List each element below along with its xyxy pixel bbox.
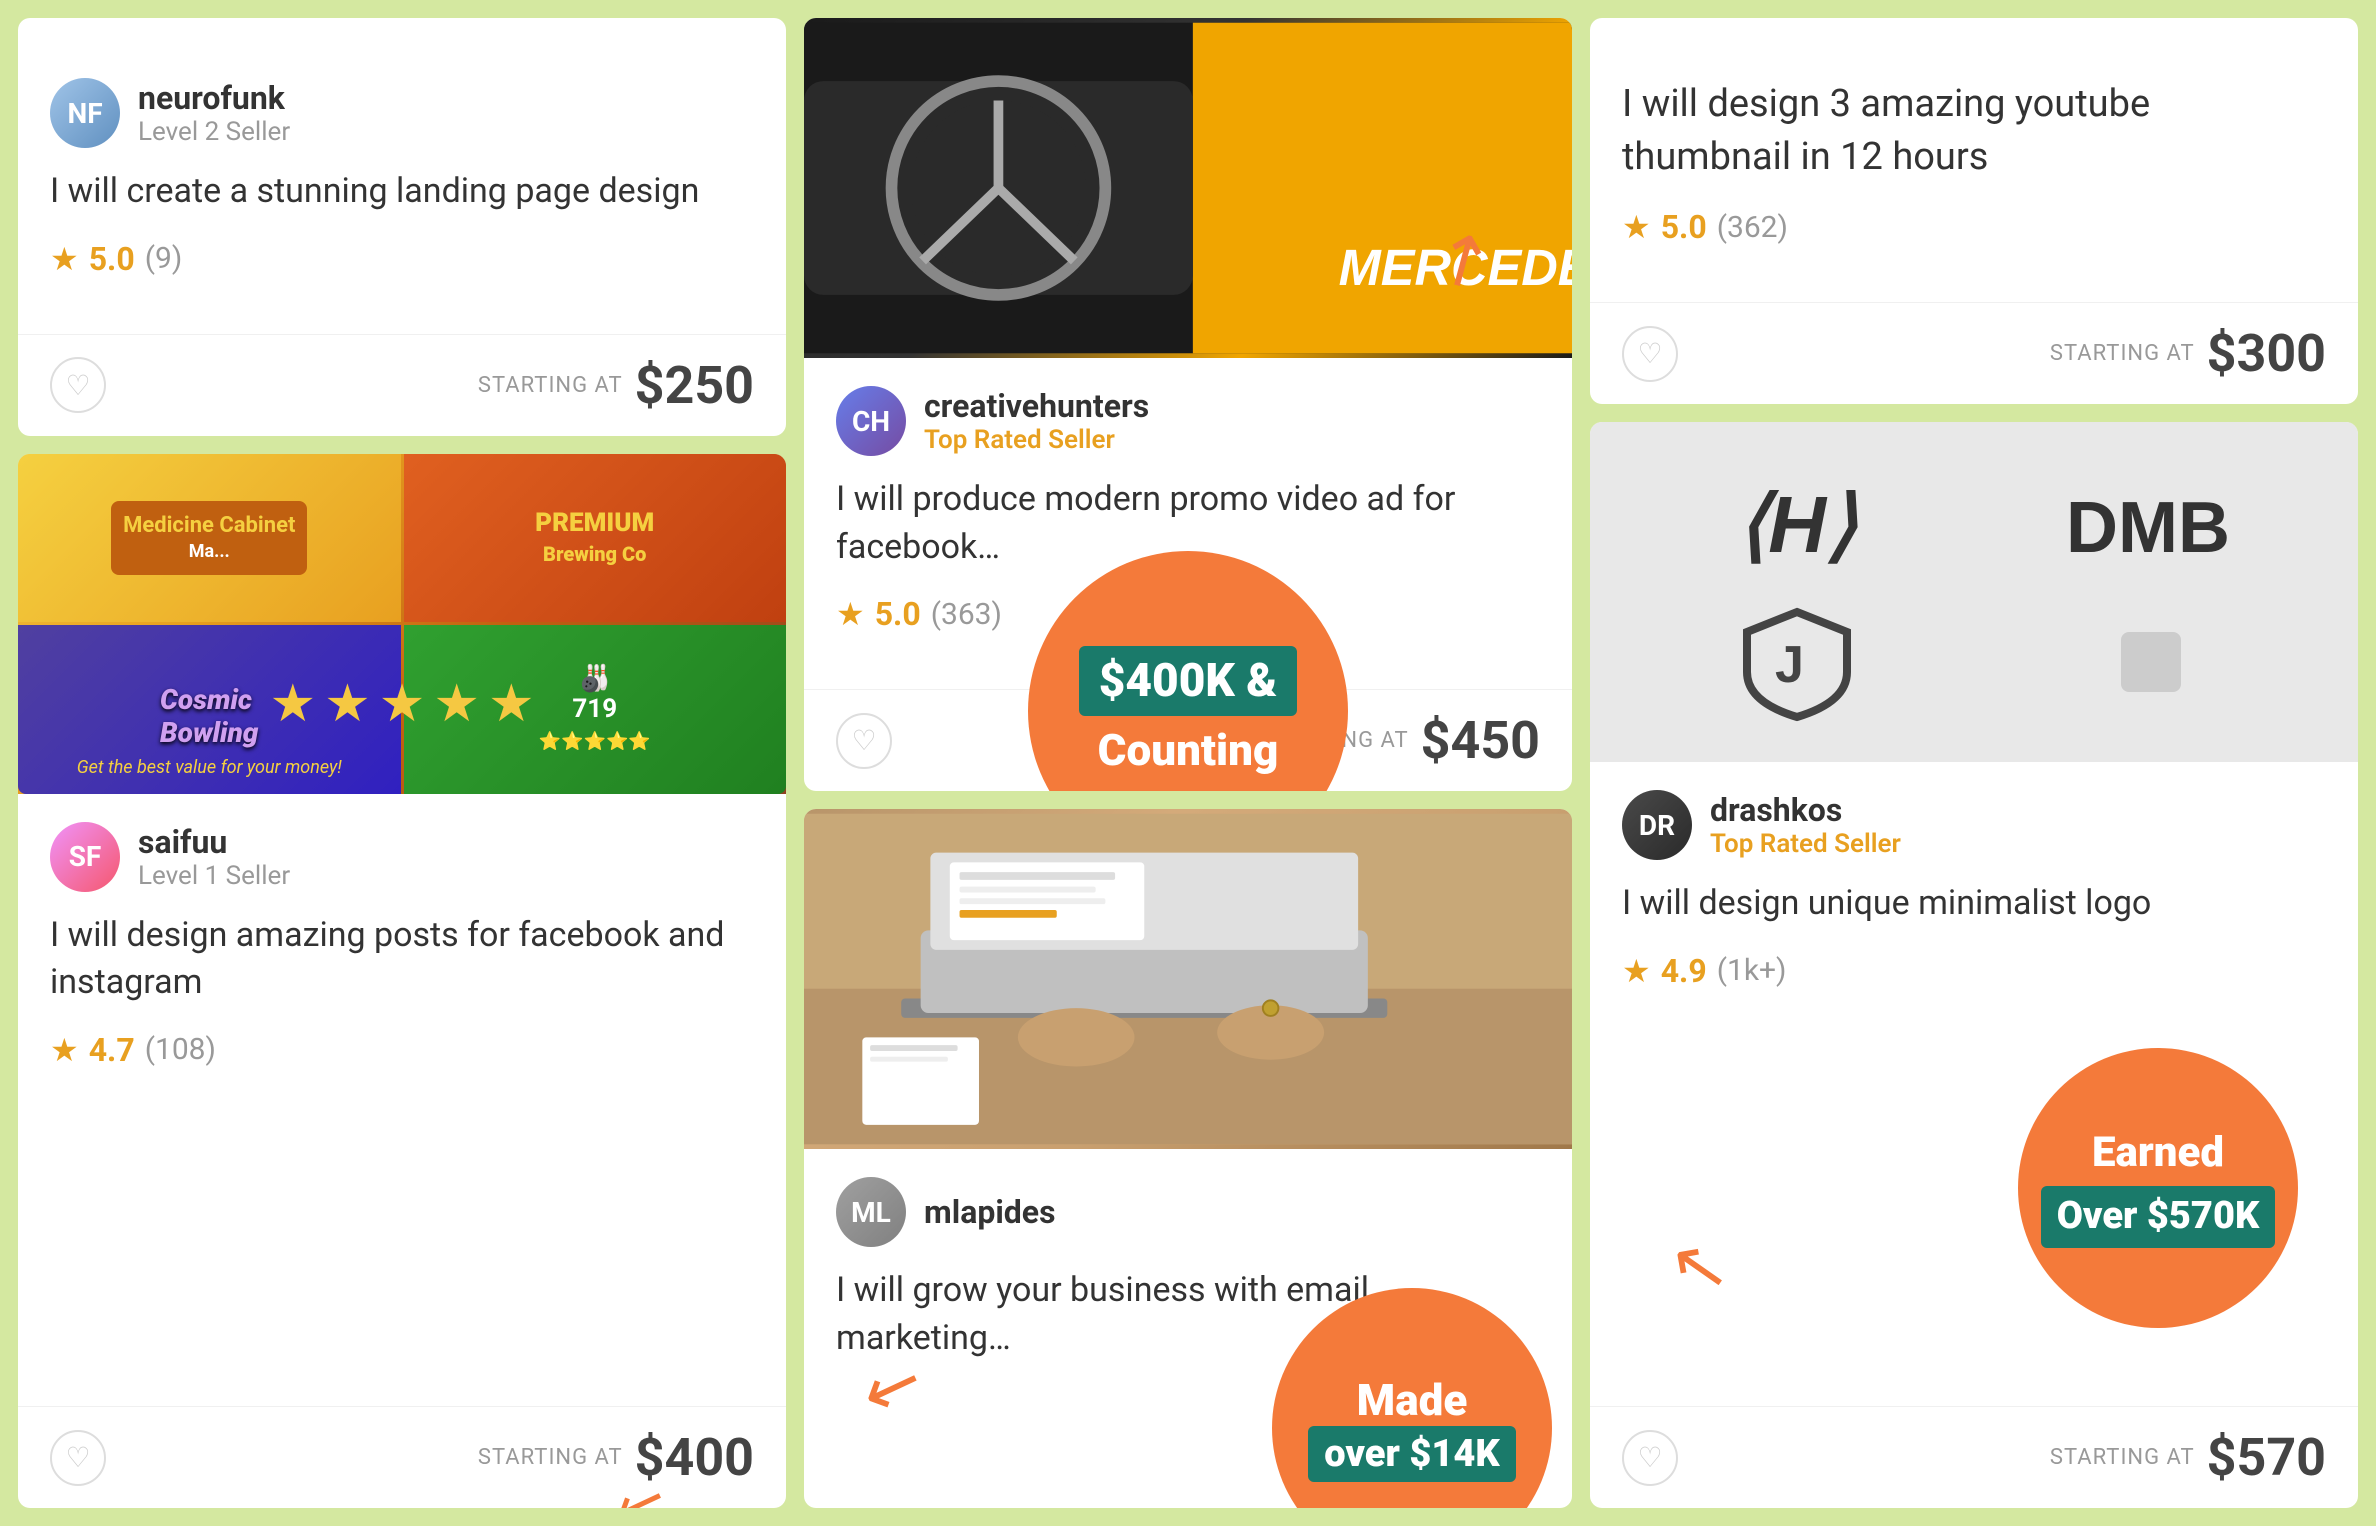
rating-youtube: ★ 5.0 (362) <box>1622 208 2326 246</box>
logo-3: J <box>1737 602 1857 722</box>
price-info-neurofunk: STARTING AT $250 <box>478 355 754 416</box>
card-mlapides: ML mlapides I will grow your business wi… <box>804 809 1572 1508</box>
seller-info-creativehunters: CH creativehunters Top Rated Seller <box>836 386 1540 456</box>
seller-level-neurofunk: Level 2 Seller <box>138 117 290 147</box>
logo-4 <box>2121 632 2181 692</box>
star-icon-youtube: ★ <box>1622 208 1651 246</box>
rating-value-neurofunk: 5.0 <box>89 240 135 278</box>
star-icon-saifuu: ★ <box>50 1031 79 1069</box>
card-neurofunk: NF neurofunk Level 2 Seller I will creat… <box>18 18 786 436</box>
seller-info-neurofunk: NF neurofunk Level 2 Seller <box>50 78 754 148</box>
rating-count-youtube: (362) <box>1717 210 1788 245</box>
avatar-creativehunters: CH <box>836 386 906 456</box>
heart-button-neurofunk[interactable]: ♡ <box>50 357 106 413</box>
card-body-youtube: I will design 3 amazing youtube thumbnai… <box>1590 50 2358 302</box>
seller-name-neurofunk: neurofunk <box>138 79 290 117</box>
avatar-saifuu: SF <box>50 822 120 892</box>
rating-neurofunk: ★ 5.0 (9) <box>50 240 754 278</box>
seller-level-creativehunters: Top Rated Seller <box>924 425 1149 455</box>
svg-text:⟨H⟩: ⟨H⟩ <box>1737 480 1858 569</box>
rating-drashkos: ★ 4.9 (1k+) <box>1622 952 2326 990</box>
price-info-youtube: STARTING AT $300 <box>2050 323 2326 384</box>
seller-details-creativehunters: creativehunters Top Rated Seller <box>924 387 1149 455</box>
starting-at-drashkos: STARTING AT <box>2050 1445 2195 1470</box>
rating-count-neurofunk: (9) <box>145 241 183 276</box>
card-saifuu: Medicine CabinetMa... PREMIUMBrewing Co … <box>18 454 786 1508</box>
card-footer-neurofunk: ♡ STARTING AT $250 <box>18 334 786 436</box>
card-neurofunk-body: NF neurofunk Level 2 Seller I will creat… <box>18 50 786 334</box>
rating-value-youtube: 5.0 <box>1661 208 1707 246</box>
star-icon-drashkos: ★ <box>1622 952 1651 990</box>
seller-name-saifuu: saifuu <box>138 823 290 861</box>
rating-count-saifuu: (108) <box>145 1032 216 1067</box>
seller-details-drashkos: drashkos Top Rated Seller <box>1710 791 1901 859</box>
gig-title-drashkos: I will design unique minimalist logo <box>1622 880 2326 928</box>
star-icon-neurofunk: ★ <box>50 240 79 278</box>
seller-name-drashkos: drashkos <box>1710 791 1901 829</box>
rating-count-creativehunters: (363) <box>931 597 1002 632</box>
card-footer-youtube: ♡ STARTING AT $300 <box>1590 302 2358 404</box>
column-2: MERCEDES CH creativehunters Top Rated Se… <box>804 18 1572 1508</box>
logo-2: DMB <box>2061 472 2241 572</box>
card-footer-drashkos: ♡ STARTING AT $570 <box>1590 1406 2358 1508</box>
rating-value-creativehunters: 5.0 <box>875 595 921 633</box>
bubble-570k: Earned Over $570K <box>2018 1048 2298 1328</box>
seller-details-mlapides: mlapides <box>924 1193 1056 1231</box>
seller-info-drashkos: DR drashkos Top Rated Seller <box>1622 790 2326 860</box>
avatar-drashkos: DR <box>1622 790 1692 860</box>
svg-text:DMB: DMB <box>2066 488 2230 568</box>
logo-1: ⟨H⟩ <box>1727 472 1867 572</box>
card-drashkos: ⟨H⟩ DMB J <box>1590 422 2358 1508</box>
starting-at-neurofunk: STARTING AT <box>478 373 623 398</box>
price-youtube: $300 <box>2207 323 2326 384</box>
column-3: I will design 3 amazing youtube thumbnai… <box>1590 18 2358 1508</box>
laptop-svg <box>804 809 1572 1149</box>
card-body-saifuu: SF saifuu Level 1 Seller I will design a… <box>18 794 786 1406</box>
price-info-drashkos: STARTING AT $570 <box>2050 1427 2326 1488</box>
heart-button-creativehunters[interactable]: ♡ <box>836 713 892 769</box>
seller-name-creativehunters: creativehunters <box>924 387 1149 425</box>
seller-level-saifuu: Level 1 Seller <box>138 861 290 891</box>
column-1: NF neurofunk Level 2 Seller I will creat… <box>18 18 786 1508</box>
rating-count-drashkos: (1k+) <box>1717 953 1787 988</box>
price-creativehunters: $450 <box>1421 710 1540 771</box>
rating-value-saifuu: 4.7 <box>89 1031 135 1069</box>
gig-title-saifuu: I will design amazing posts for facebook… <box>50 912 754 1007</box>
price-neurofunk: $250 <box>635 355 754 416</box>
gig-title-neurofunk: I will create a stunning landing page de… <box>50 168 754 216</box>
heart-button-saifuu[interactable]: ♡ <box>50 1430 106 1486</box>
stars-row-saifuu: ★ ★ ★ ★ ★ <box>269 673 534 734</box>
card-youtube: I will design 3 amazing youtube thumbnai… <box>1590 18 2358 404</box>
seller-level-drashkos: Top Rated Seller <box>1710 829 1901 859</box>
star-icon-creativehunters: ★ <box>836 595 865 633</box>
card-image-saifuu: Medicine CabinetMa... PREMIUMBrewing Co … <box>18 454 786 794</box>
main-grid: NF neurofunk Level 2 Seller I will creat… <box>0 0 2376 1526</box>
gig-title-youtube: I will design 3 amazing youtube thumbnai… <box>1622 78 2326 184</box>
card-image-logos: ⟨H⟩ DMB J <box>1590 422 2358 762</box>
seller-info-mlapides: ML mlapides <box>836 1177 1540 1247</box>
card-image-laptop <box>804 809 1572 1149</box>
price-drashkos: $570 <box>2207 1427 2326 1488</box>
starting-at-youtube: STARTING AT <box>2050 341 2195 366</box>
seller-details-neurofunk: neurofunk Level 2 Seller <box>138 79 290 147</box>
card-creativehunters: MERCEDES CH creativehunters Top Rated Se… <box>804 18 1572 791</box>
seller-info-saifuu: SF saifuu Level 1 Seller <box>50 822 754 892</box>
seller-name-mlapides: mlapides <box>924 1193 1056 1231</box>
svg-text:J: J <box>1775 636 1804 694</box>
price-info-saifuu: STARTING AT $400 <box>478 1427 754 1488</box>
heart-button-youtube[interactable]: ♡ <box>1622 326 1678 382</box>
heart-button-drashkos[interactable]: ♡ <box>1622 1430 1678 1486</box>
rating-saifuu: ★ 4.7 (108) <box>50 1031 754 1069</box>
avatar-mlapides: ML <box>836 1177 906 1247</box>
seller-details-saifuu: saifuu Level 1 Seller <box>138 823 290 891</box>
starting-at-saifuu: STARTING AT <box>478 1445 623 1470</box>
rating-value-drashkos: 4.9 <box>1661 952 1707 990</box>
avatar-neurofunk: NF <box>50 78 120 148</box>
